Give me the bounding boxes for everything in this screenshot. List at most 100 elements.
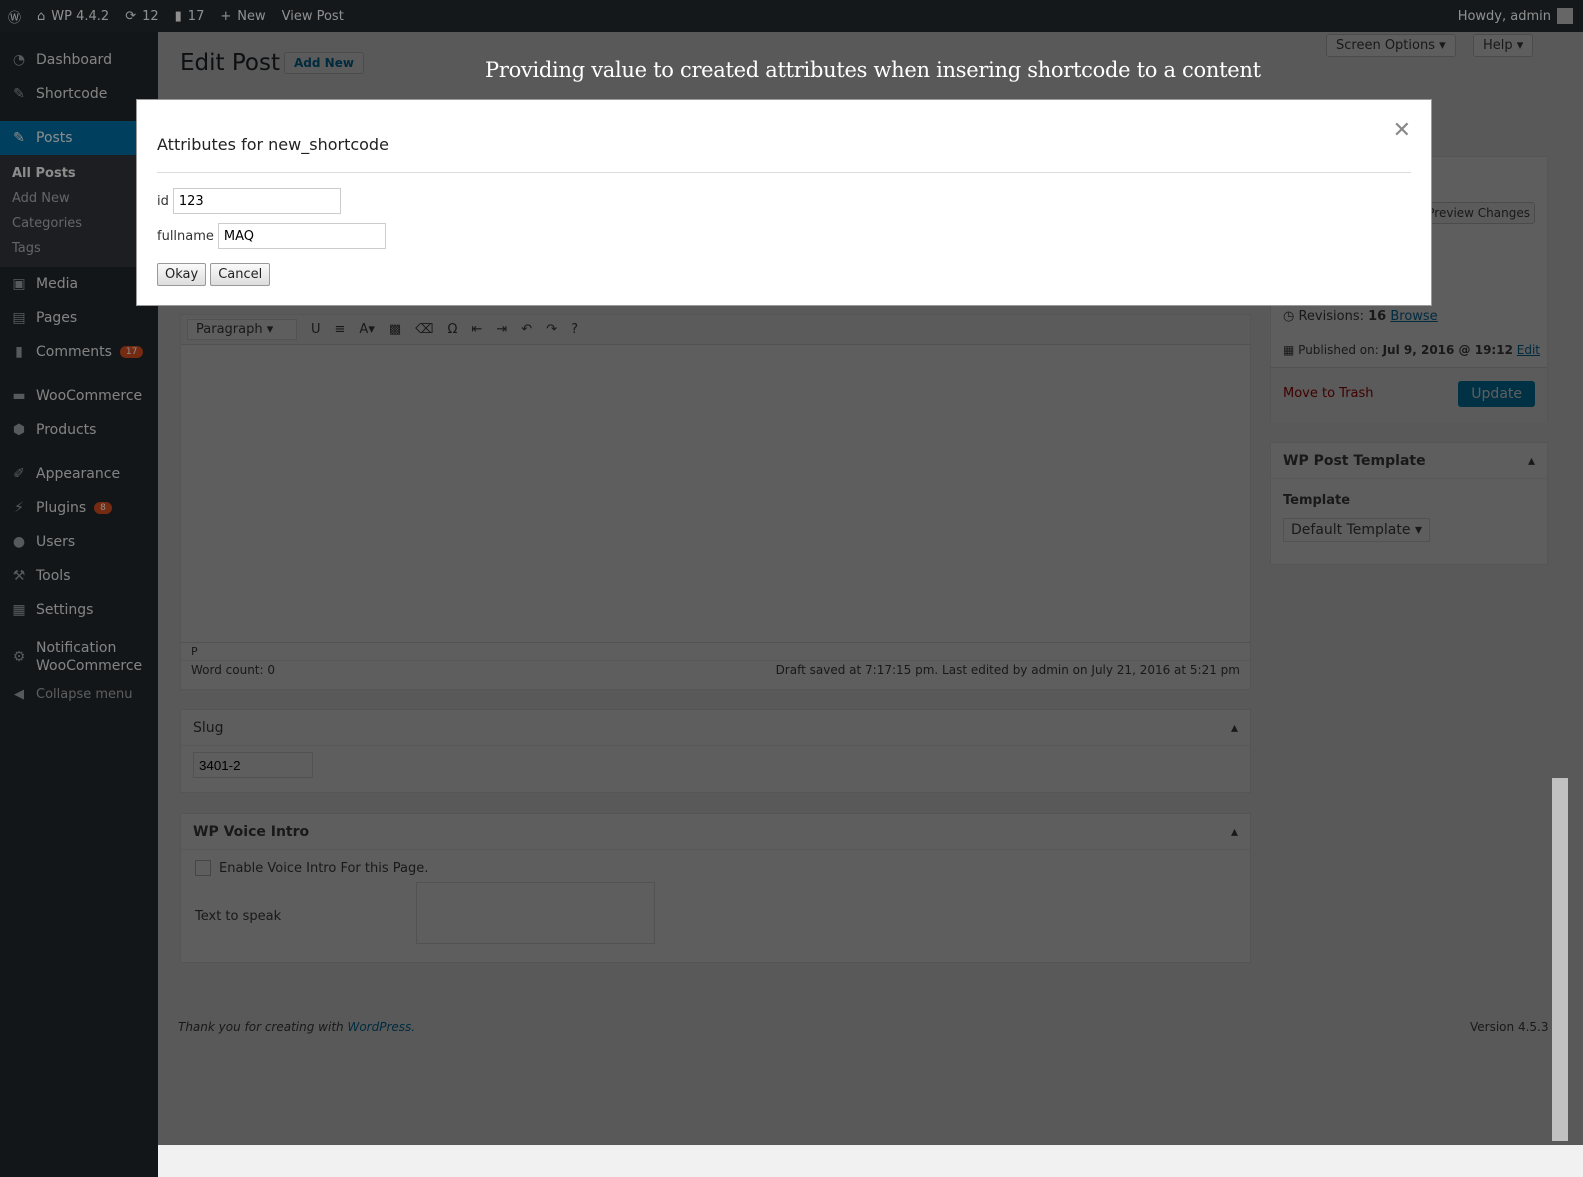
help-label: Help	[1483, 38, 1513, 53]
collapse-arrow-icon[interactable]: ▴	[1231, 720, 1238, 736]
cancel-button[interactable]: Cancel	[210, 263, 271, 286]
underline-icon[interactable]: U	[311, 322, 321, 337]
voice-checkbox[interactable]	[195, 860, 211, 876]
eraser-icon[interactable]: ⌫	[415, 322, 433, 337]
template-box-title: WP Post Template	[1283, 452, 1426, 469]
voice-title: WP Voice Intro	[193, 823, 310, 840]
menu-media[interactable]: ▣ Media	[0, 267, 158, 301]
new-link[interactable]: + New	[212, 9, 273, 24]
field-fullname: fullname	[157, 223, 386, 249]
menu-appearance[interactable]: ✐ Appearance	[0, 457, 158, 491]
menu-label: Media	[36, 276, 79, 292]
update-button[interactable]: Update	[1458, 381, 1535, 407]
scrollbar[interactable]	[1552, 778, 1568, 1141]
help-button[interactable]: Help ▾	[1473, 34, 1534, 57]
justify-icon[interactable]: ≡	[335, 322, 346, 337]
fullname-input[interactable]	[217, 223, 386, 249]
menu-comments[interactable]: ▮ Comments 17	[0, 335, 158, 369]
browse-link[interactable]: Browse	[1390, 309, 1437, 324]
menu-label: Appearance	[36, 466, 121, 482]
menu-label: Dashboard	[36, 52, 112, 68]
wordpress-logo-icon[interactable]: Ⓦ	[0, 7, 29, 26]
products-icon: ⬢	[12, 422, 26, 438]
menu-pages[interactable]: ▤ Pages	[0, 301, 158, 335]
settings-icon: ▦	[12, 602, 26, 618]
editor-path: P	[181, 642, 1250, 660]
indent-icon[interactable]: ⇥	[496, 322, 507, 337]
site-name: WP 4.4.2	[51, 8, 110, 24]
collapse-arrow-icon[interactable]: ▴	[1528, 453, 1535, 469]
submenu-categories[interactable]: Categories	[0, 211, 158, 236]
pin-icon: ✎	[13, 130, 25, 146]
text-to-speak-textarea[interactable]	[416, 882, 655, 944]
post-template-box: WP Post Template ▴ Template Default Templ…	[1270, 442, 1548, 565]
footer-text: Thank you for creating with	[178, 1020, 348, 1034]
collapse-menu[interactable]: ◀ Collapse menu	[0, 677, 158, 711]
updates-link[interactable]: ⟳ 12	[117, 9, 166, 24]
move-to-trash-link[interactable]: Move to Trash	[1283, 386, 1374, 401]
submenu-tags[interactable]: Tags	[0, 236, 158, 261]
site-link[interactable]: ⌂ WP 4.4.2	[29, 9, 117, 24]
menu-label: Tools	[36, 568, 71, 584]
template-select[interactable]: Default Template ▾	[1283, 518, 1430, 542]
menu-posts[interactable]: ✎ Posts	[0, 121, 158, 155]
menu-dashboard[interactable]: ◔ Dashboard	[0, 43, 158, 77]
publish-actions: Move to Trash Update	[1271, 367, 1547, 423]
screen-options-button[interactable]: Screen Options ▾	[1326, 34, 1456, 57]
submenu-all-posts[interactable]: All Posts	[0, 161, 158, 186]
template-label: Template	[1283, 493, 1351, 508]
editor-box: Paragraph ▾ U ≡ A▾ ▩ ⌫ Ω ⇤ ⇥ ↶ ↷? P Word count: 0…	[180, 314, 1251, 690]
field-label: fullname	[157, 228, 214, 244]
menu-shortcode[interactable]: ✎ Shortcode	[0, 77, 158, 111]
view-post-link[interactable]: View Post	[274, 9, 352, 24]
history-icon: ◷	[1283, 309, 1295, 324]
id-input[interactable]	[172, 188, 341, 214]
refresh-icon: ⟳	[125, 8, 137, 24]
add-new-button[interactable]: Add New	[284, 52, 364, 74]
brush-icon: ✐	[13, 466, 25, 482]
comments-link[interactable]: ▮ 17	[167, 9, 213, 24]
undo-icon[interactable]: ↶	[521, 322, 532, 337]
menu-notification-woocommerce[interactable]: ⚙ Notification WooCommerce	[0, 637, 158, 677]
comment-icon: ▮	[15, 344, 23, 360]
outdent-icon[interactable]: ⇤	[471, 322, 482, 337]
omega-icon[interactable]: Ω	[448, 322, 458, 337]
menu-label: Users	[36, 534, 76, 550]
account-menu[interactable]: Howdy, admin	[1458, 8, 1583, 24]
editor-body[interactable]	[181, 345, 1250, 642]
woo-icon: ▬	[12, 388, 26, 404]
preview-changes-button[interactable]: Preview Changes	[1422, 202, 1535, 224]
howdy-text: Howdy, admin	[1457, 8, 1551, 24]
okay-button[interactable]: Okay	[157, 263, 207, 286]
editor-toolbar: Paragraph ▾ U ≡ A▾ ▩ ⌫ Ω ⇤ ⇥ ↶ ↷?	[181, 315, 1250, 345]
edit-date-link[interactable]: Edit	[1517, 343, 1540, 357]
menu-users[interactable]: ● Users	[0, 525, 158, 559]
menu-label: Comments	[36, 344, 112, 360]
redo-icon[interactable]: ↷	[546, 322, 557, 337]
version-text: Version 4.5.3	[1470, 1020, 1549, 1034]
collapse-arrow-icon[interactable]: ▴	[1231, 824, 1238, 840]
slug-input[interactable]	[193, 752, 313, 778]
menu-tools[interactable]: ⚒ Tools	[0, 559, 158, 593]
help-icon[interactable]: ?	[571, 322, 578, 337]
menu-settings[interactable]: ▦ Settings	[0, 593, 158, 627]
menu-plugins[interactable]: ⚡ Plugins 8	[0, 491, 158, 525]
updates-count: 12	[142, 8, 159, 24]
admin-bar: Ⓦ ⌂ WP 4.4.2 ⟳ 12 ▮ 17 + New View Post Howdy…	[0, 0, 1583, 32]
close-icon[interactable]: ✕	[1393, 118, 1411, 143]
footer-thanks: Thank you for creating with WordPress.	[178, 1020, 415, 1034]
menu-label: WooCommerce	[36, 388, 143, 404]
divider	[157, 172, 1411, 173]
comments-count: 17	[187, 8, 205, 24]
menu-products[interactable]: ⬢ Products	[0, 413, 158, 447]
paste-icon[interactable]: ▩	[389, 322, 401, 337]
wordpress-link[interactable]: WordPress.	[347, 1020, 415, 1034]
format-select[interactable]: Paragraph ▾	[187, 319, 297, 340]
menu-label: Settings	[36, 602, 94, 618]
submenu-add-new[interactable]: Add New	[0, 186, 158, 211]
text-color-icon[interactable]: A▾	[359, 322, 374, 337]
menu-woocommerce[interactable]: ▬ WooCommerce	[0, 379, 158, 413]
revisions-row: ◷ Revisions: 16 Browse	[1283, 309, 1438, 324]
draft-status: Draft saved at 7:17:15 pm. Last edited b…	[775, 663, 1240, 677]
slug-title: Slug	[193, 719, 224, 736]
